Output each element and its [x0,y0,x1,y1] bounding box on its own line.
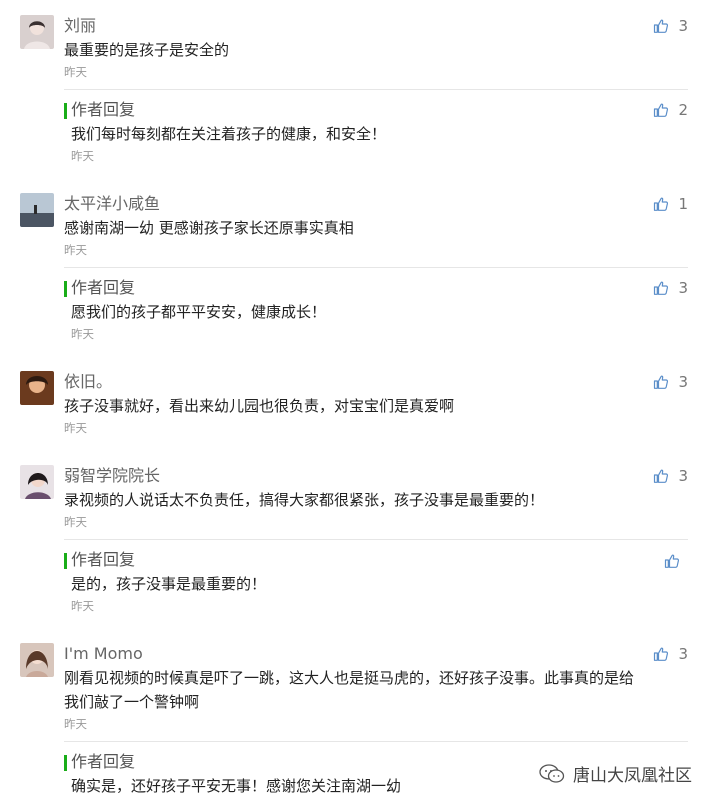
reply-text: 是的，孩子没事是最重要的！ [71,575,267,593]
comment-text-line: 刚看见视频的时候真是吓了一跳，这大人也是挺马虎的，还好孩子没事。此事真的是给 [64,669,635,687]
divider [64,267,688,268]
avatar[interactable] [20,465,54,499]
thumb-up-icon [653,18,669,34]
comment-text: 感谢南湖一幼 更感谢孩子家长还原事实真相 [64,219,354,237]
like-button[interactable]: 3 [653,645,688,663]
divider [64,89,688,90]
author-reply-label: 作者回复 [71,752,136,771]
reply-accent-bar [64,755,67,771]
thumb-up-icon [653,468,669,484]
like-button[interactable]: 2 [653,101,688,119]
reply-accent-bar [64,553,67,569]
reply-text: 愿我们的孩子都平平安安，健康成长！ [71,303,327,321]
wechat-icon [539,763,565,783]
comment-text-line: 我们敲了一个警钟啊 [64,693,200,711]
commenter-name[interactable]: 弱智学院院长 [64,466,160,486]
like-count: 3 [678,373,688,391]
reply-time: 昨天 [71,327,94,341]
like-button[interactable]: 1 [653,195,688,213]
comment-time: 昨天 [64,421,87,435]
reply-time: 昨天 [71,149,94,163]
like-count: 2 [678,101,688,119]
watermark-text: 唐山大凤凰社区 [573,766,692,786]
commenter-name[interactable]: 依旧。 [64,372,112,392]
comment-text: 孩子没事就好，看出来幼儿园也很负责，对宝宝们是真爱啊 [64,397,455,415]
commenter-name[interactable]: 太平洋小咸鱼 [64,194,160,214]
reply-accent-bar [64,281,67,297]
like-button[interactable]: 3 [653,279,688,297]
thumb-up-icon [653,374,669,390]
reply-text: 我们每时每刻都在关注着孩子的健康，和安全！ [71,125,387,143]
author-reply-label: 作者回复 [71,550,136,569]
like-count: 3 [678,279,688,297]
commenter-name[interactable]: I'm Momo [64,644,143,664]
comment-time: 昨天 [64,515,87,529]
thumb-up-icon [653,196,669,212]
like-button[interactable]: 3 [653,373,688,391]
avatar[interactable] [20,15,54,49]
comment-time: 昨天 [64,243,87,257]
author-reply-label: 作者回复 [71,278,136,297]
divider [64,539,688,540]
reply-accent-bar [64,103,67,119]
thumb-up-icon [653,280,669,296]
like-count: 3 [678,467,688,485]
commenter-name[interactable]: 刘丽 [64,16,96,36]
watermark: 唐山大凤凰社区 [539,761,692,786]
like-button[interactable] [664,553,680,569]
comment-time: 昨天 [64,717,87,731]
author-reply-label: 作者回复 [71,100,136,119]
thumb-up-icon [664,553,680,569]
like-button[interactable]: 3 [653,467,688,485]
like-count: 3 [678,645,688,663]
like-count: 1 [678,195,688,213]
thumb-up-icon [653,102,669,118]
reply-time: 昨天 [71,599,94,613]
comment-time: 昨天 [64,65,87,79]
divider [64,741,688,742]
avatar[interactable] [20,643,54,677]
thumb-up-icon [653,646,669,662]
like-count: 3 [678,17,688,35]
avatar[interactable] [20,371,54,405]
like-button[interactable]: 3 [653,17,688,35]
comment-text: 最重要的是孩子是安全的 [64,41,230,59]
avatar[interactable] [20,193,54,227]
comment-text: 录视频的人说话太不负责任，搞得大家都很紧张，孩子没事是最重要的！ [64,491,545,509]
